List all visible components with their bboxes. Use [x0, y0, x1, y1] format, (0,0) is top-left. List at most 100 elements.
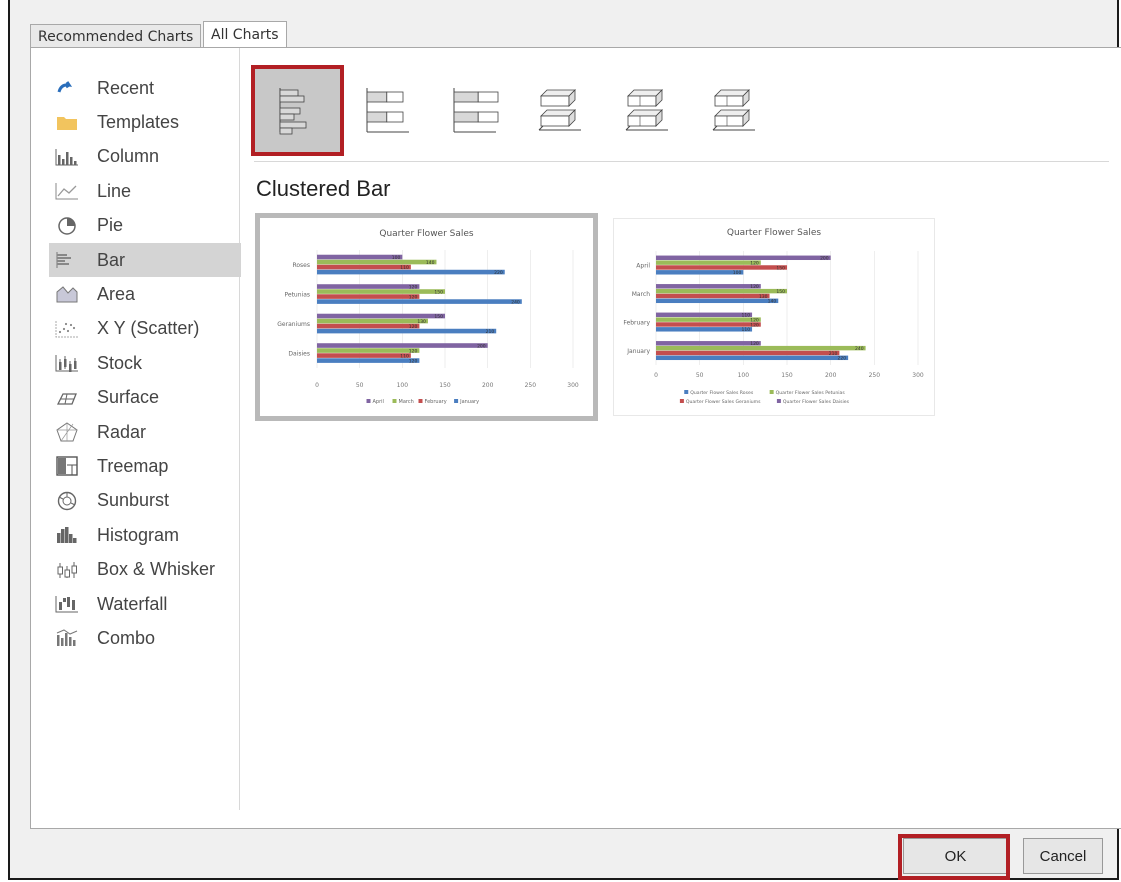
chart-preview-1[interactable]: Quarter Flower Sales 0 50 100 150 200 250 300 Da…	[255, 213, 598, 421]
sidebar-item-label: Combo	[97, 627, 156, 648]
area-chart-icon	[55, 284, 79, 304]
x-tick-label: 200	[482, 382, 494, 389]
sidebar-item-area[interactable]: Area	[49, 277, 241, 311]
data-label: 120	[409, 284, 418, 290]
x-tick-label: 300	[567, 382, 579, 389]
x-tick-label: 250	[525, 382, 537, 389]
3d-stacked-bar-icon	[625, 89, 668, 131]
bar	[317, 313, 445, 319]
3d-100-stacked-bar-option[interactable]	[689, 66, 777, 154]
legend-swatch	[684, 390, 689, 394]
category-label: Daisies	[288, 350, 310, 357]
legend-swatch	[679, 399, 684, 403]
sidebar-item-label: Treemap	[97, 455, 169, 476]
x-tick-label: 150	[781, 372, 793, 379]
chart-title: Quarter Flower Sales	[727, 228, 822, 238]
sidebar-item-combo[interactable]: Combo	[49, 621, 241, 655]
sidebar-item-templates[interactable]: Templates	[49, 105, 241, 139]
bar-chart-icon	[55, 250, 79, 270]
legend-label: February	[425, 399, 447, 405]
sidebar-item-label: Templates	[97, 111, 180, 132]
data-label: 210	[486, 329, 495, 335]
bar	[317, 343, 488, 348]
legend-label: Quarter Flower Sales Geraniums	[686, 399, 761, 405]
bar	[656, 322, 761, 327]
category-label: Roses	[292, 262, 310, 269]
category-label: April	[636, 262, 650, 269]
sidebar-item-histogram[interactable]: Histogram	[49, 518, 241, 552]
legend-swatch	[392, 399, 397, 403]
data-label: 200	[477, 343, 486, 349]
data-label: 150	[434, 314, 443, 320]
legend-label: Quarter Flower Sales Petunias	[776, 390, 846, 396]
x-tick-label: 100	[397, 382, 409, 389]
data-label: 240	[511, 299, 520, 305]
bar	[317, 323, 420, 329]
sidebar-item-column[interactable]: Column	[49, 140, 241, 174]
category-label: January	[626, 348, 650, 355]
sidebar-item-x-y-scatter[interactable]: X Y (Scatter)	[49, 312, 241, 346]
bar	[656, 288, 787, 294]
data-label: 150	[776, 289, 785, 295]
sidebar-item-label: Bar	[97, 249, 126, 270]
bar	[317, 284, 420, 289]
data-label: 240	[855, 346, 864, 352]
ok-button[interactable]: OK	[903, 838, 1008, 874]
data-label: 120	[409, 348, 418, 354]
chart-preview-2[interactable]: Quarter Flower Sales 0 50 100 150 200 250 300 Ja…	[613, 218, 935, 416]
cancel-button[interactable]: Cancel	[1023, 838, 1103, 874]
bar	[317, 348, 420, 353]
sidebar-item-label: Pie	[97, 215, 124, 236]
sidebar-item-surface[interactable]: Surface	[49, 381, 241, 415]
sidebar-item-label: Radar	[97, 421, 147, 442]
legend-label: Quarter Flower Sales Daisies	[783, 399, 850, 405]
data-label: 140	[768, 299, 777, 305]
data-label: 200	[820, 256, 829, 262]
clustered-bar-option[interactable]	[254, 66, 342, 154]
legend-swatch	[769, 390, 774, 394]
data-label: 150	[776, 265, 785, 271]
sidebar-item-waterfall[interactable]: Waterfall	[49, 587, 241, 621]
line-chart-icon	[55, 181, 79, 201]
all-charts-panel: Recent Templates Column Line Pie Bar Area X Y (…	[30, 47, 1121, 829]
100-stacked-bar-option[interactable]	[428, 66, 516, 154]
bar	[656, 265, 787, 270]
stacked-bar-icon	[366, 88, 409, 133]
sidebar-item-box-whisker[interactable]: Box & Whisker	[49, 553, 241, 587]
data-label: 120	[409, 294, 418, 300]
sidebar-item-label: Recent	[97, 77, 155, 98]
tab-all-charts[interactable]: All Charts	[203, 21, 287, 48]
sidebar-item-label: X Y (Scatter)	[97, 318, 200, 339]
histogram-icon	[55, 525, 79, 545]
waterfall-icon	[55, 594, 79, 614]
3d-clustered-bar-option[interactable]	[515, 66, 603, 154]
data-label: 220	[494, 270, 503, 276]
tab-recommended-charts[interactable]: Recommended Charts	[30, 24, 202, 48]
pie-chart-icon	[55, 216, 79, 236]
surface-chart-icon	[55, 388, 79, 408]
sidebar-item-label: Line	[97, 180, 132, 201]
bar	[656, 345, 866, 351]
combo-chart-icon	[55, 628, 79, 648]
3d-stacked-bar-option[interactable]	[602, 66, 690, 154]
legend-label: Quarter Flower Sales Roses	[690, 390, 754, 396]
bar	[317, 318, 428, 324]
sidebar-item-treemap[interactable]: Treemap	[49, 449, 241, 483]
3d-clustered-bar-icon	[538, 89, 581, 131]
chart-preview-2-svg: Quarter Flower Sales 0 50 100 150 200 250 300 Ja…	[623, 228, 924, 405]
data-label: 130	[759, 294, 768, 300]
sidebar-item-stock[interactable]: Stock	[49, 346, 241, 380]
sidebar-item-pie[interactable]: Pie	[49, 209, 241, 243]
data-label: 210	[829, 351, 838, 357]
sidebar-item-line[interactable]: Line	[49, 174, 241, 208]
bar	[656, 341, 761, 346]
data-label: 150	[434, 289, 443, 295]
data-label: 220	[838, 356, 847, 362]
stacked-bar-option[interactable]	[341, 66, 429, 154]
sidebar-item-sunburst[interactable]: Sunburst	[49, 484, 241, 518]
sidebar-item-bar[interactable]: Bar	[49, 243, 241, 277]
sidebar-item-radar[interactable]: Radar	[49, 415, 241, 449]
category-label: Petunias	[284, 291, 310, 298]
legend-label: January	[459, 399, 479, 405]
sidebar-item-recent[interactable]: Recent	[49, 71, 241, 105]
